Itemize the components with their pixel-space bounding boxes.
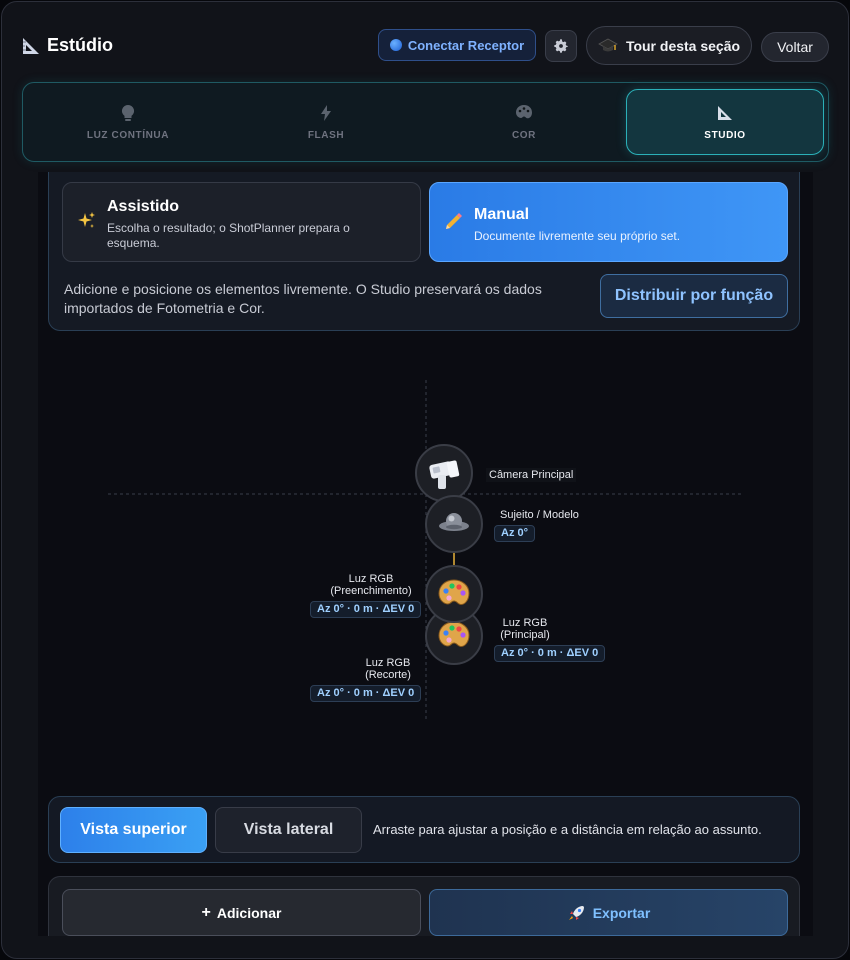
back-button[interactable]: Voltar [761, 32, 829, 62]
tab-label: COR [511, 129, 537, 141]
export-button[interactable]: Exportar [429, 889, 788, 936]
subject-icon [439, 513, 469, 531]
mode-description: Adicione e posicione os elementos livrem… [64, 281, 542, 316]
settings-button[interactable] [545, 30, 577, 62]
top-view-label: Vista superior [80, 821, 187, 838]
mode-manual-title: Manual [474, 206, 530, 223]
mode-manual-card[interactable]: Manual Documente livremente seu próprio … [429, 182, 788, 262]
triangle-ruler-icon [718, 105, 732, 120]
camera-icon [429, 460, 460, 489]
mode-assisted-desc: Escolha o resultado; o ShotPlanner prepa… [107, 221, 350, 250]
gear-icon [554, 39, 568, 53]
tab-cor[interactable]: COR [425, 89, 623, 155]
distribute-label: Distribuir por função [614, 287, 774, 304]
palette-icon [438, 579, 470, 606]
top-view-button[interactable]: Vista superior [60, 807, 207, 853]
connect-receiver-button[interactable]: Conectar Receptor [378, 29, 536, 61]
back-label: Voltar [777, 39, 813, 55]
palette-icon [516, 104, 532, 118]
header: Estúdio Conectar Receptor Tour desta seç… [2, 2, 848, 82]
blue-circle-icon [389, 39, 402, 51]
tour-label: Tour desta seção [625, 37, 741, 54]
triangle-ruler-icon [23, 37, 39, 54]
subject-node[interactable] [425, 495, 483, 553]
tab-label: STUDIO [704, 129, 746, 141]
sparkles-icon [78, 212, 95, 228]
view-toolbar: Vista superior Vista lateral Arraste par… [48, 796, 800, 863]
graduation-cap-icon [598, 38, 618, 51]
bolt-icon [321, 104, 331, 121]
add-button[interactable]: + Adicionar [62, 889, 421, 936]
bulb-icon [121, 104, 135, 121]
app-title-text: Estúdio [47, 35, 113, 55]
page-title: Estúdio [21, 35, 113, 56]
tab-flash[interactable]: FLASH [227, 89, 425, 155]
fill-light-node[interactable] [425, 565, 483, 623]
tab-bar: LUZ CONTÍNUA FLASH COR STUDIO [22, 82, 829, 162]
mode-assisted-card[interactable]: Assistido Escolha o resultado; o ShotPla… [62, 182, 421, 262]
rocket-icon [568, 905, 584, 920]
mode-panel: Assistido Escolha o resultado; o ShotPla… [48, 172, 800, 331]
add-label: Adicionar [216, 904, 282, 921]
tour-button[interactable]: Tour desta seção [586, 26, 752, 65]
view-hint: Arraste para ajustar a posição e a distâ… [373, 822, 762, 837]
camera-node[interactable] [415, 444, 473, 502]
export-label: Exportar [592, 904, 651, 921]
distribute-by-role-button[interactable]: Distribuir por função [600, 274, 788, 318]
tab-label: LUZ CONTÍNUA [86, 129, 170, 141]
mode-manual-desc: Documente livremente seu próprio set. [474, 229, 681, 243]
plus-icon: + [201, 903, 211, 921]
tab-label: FLASH [307, 129, 345, 141]
pencil-icon [446, 213, 462, 229]
connect-receiver-label: Conectar Receptor [407, 37, 525, 53]
mode-assisted-title: Assistido [107, 198, 180, 215]
side-view-button[interactable]: Vista lateral [215, 807, 362, 853]
tab-studio[interactable]: STUDIO [626, 89, 824, 155]
side-view-label: Vista lateral [243, 821, 334, 838]
tab-luz-continua[interactable]: LUZ CONTÍNUA [29, 89, 227, 155]
action-bar: + Adicionar Exportar [48, 876, 800, 936]
